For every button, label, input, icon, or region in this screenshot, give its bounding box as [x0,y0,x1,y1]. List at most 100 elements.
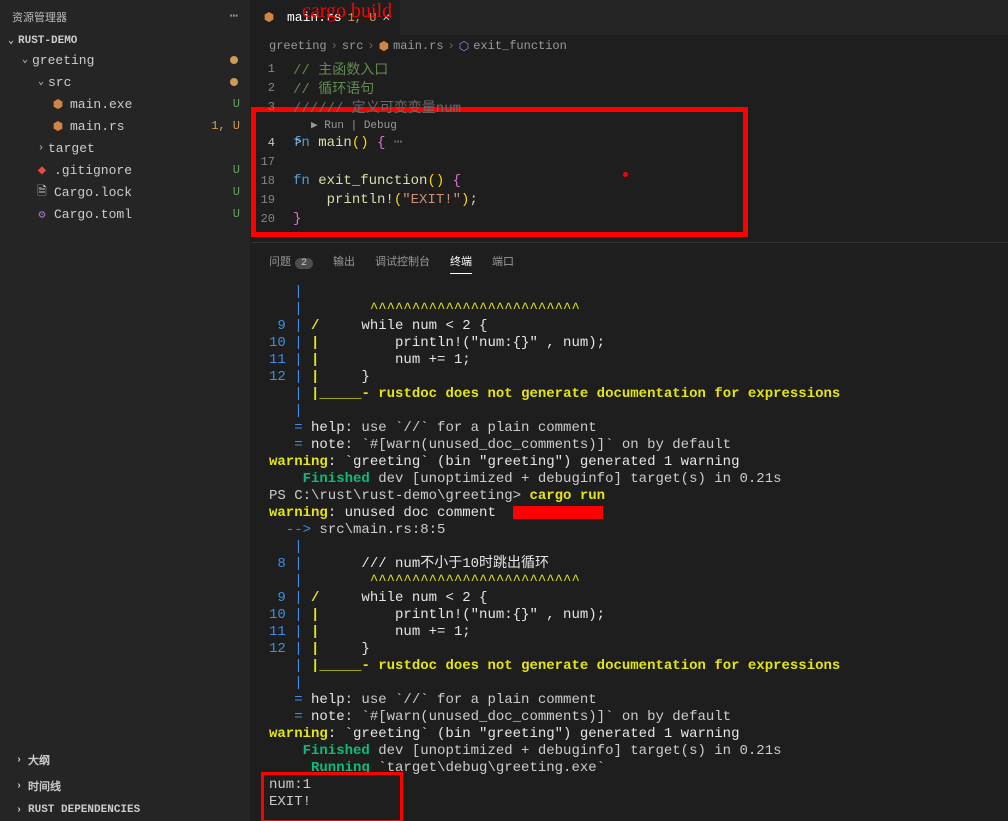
tree-item-Cargo-toml[interactable]: ⚙Cargo.tomlU [0,203,250,225]
line-number: 20 [251,212,293,226]
terminal-line: | [269,539,990,556]
codelens-run-debug[interactable]: ▶ Run | Debug [251,116,1008,133]
terminal-line: 8 | /// num不小于10时跳出循环 [269,556,990,573]
panel-label: 大纲 [28,752,50,768]
file-tree: ⌄greeting⌄src ⬢ main.exe U ⬢ main.rs 1, U ›targ… [0,49,250,747]
editor-line[interactable]: 17 [251,152,1008,171]
terminal-line: Finished dev [unoptimized + debuginfo] t… [269,471,990,488]
git-status: U [233,163,240,177]
sidebar-bottom-panels: ›大纲›时间线›RUST DEPENDENCIES [0,747,250,821]
panel-label: 时间线 [28,778,61,794]
line-number: 2 [251,81,293,95]
tree-item-label: .gitignore [54,163,132,178]
chevron-right-icon: › [12,805,26,816]
git-status: 1, U [211,119,240,133]
panel-tabs: cargo build 问题2输出调试控制台终端端口 [251,243,1008,280]
bottom-panel-RUST DEPENDENCIES[interactable]: ›RUST DEPENDENCIES [0,799,250,821]
editor-line[interactable]: 2// 循环语句 [251,78,1008,97]
tree-item-label: greeting [32,53,94,68]
terminal-output[interactable]: | | ^^^^^^^^^^^^^^^^^^^^^^^^^ 9 | / whil… [251,280,1008,821]
tree-item-greeting[interactable]: ⌄greeting [0,49,250,71]
panel-tab-问题[interactable]: 问题2 [269,249,313,274]
rust-icon: ⬢ [379,39,389,54]
terminal-line: | [269,403,990,420]
line-number: 1 [251,62,293,76]
lock-icon: 🗎 [34,182,50,203]
terminal-line: = help: use `//` for a plain comment [269,420,990,437]
terminal-line: PS C:\rust\rust-demo\greeting> cargo run [269,488,990,505]
terminal-line: = help: use `//` for a plain comment [269,692,990,709]
terminal-line: = note: `#[warn(unused_doc_comments)]` o… [269,709,990,726]
line-number: 19 [251,193,293,207]
rust-icon: ⬢ [50,97,66,112]
panel-tab-终端[interactable]: 终端 [450,249,472,274]
terminal-line: 11 | | num += 1; [269,352,990,369]
problems-count-badge: 2 [295,258,313,269]
tree-item-target[interactable]: ›target [0,137,250,159]
code-content: // 循环语句 [293,78,374,98]
panel-tab-端口[interactable]: 端口 [492,249,514,274]
panel-tab-输出[interactable]: 输出 [333,249,355,274]
more-icon[interactable]: ⋯ [230,8,238,25]
tree-item-label: Cargo.lock [54,185,132,200]
editor-line[interactable]: 3////// 定义可变变量num [251,97,1008,116]
editor[interactable]: 1// 主函数入口2// 循环语句3////// 定义可变变量num▶ Run … [251,57,1008,228]
sidebar: 资源管理器 ⋯ ⌄ RUST-DEMO ⌄greeting⌄src ⬢ main.e… [0,0,251,821]
terminal-line: num:1 [269,777,990,794]
terminal-line: warning: unused doc comment [269,505,990,522]
tree-item-label: main.exe [70,97,132,112]
editor-line[interactable]: 20} [251,209,1008,228]
terminal-line: 11 | | num += 1; [269,624,990,641]
editor-line[interactable]: 19 println!("EXIT!"); [251,190,1008,209]
code-content: // 主函数入口 [293,59,388,79]
tree-item-Cargo-lock[interactable]: 🗎Cargo.lockU [0,181,250,203]
panel-label: RUST DEPENDENCIES [28,804,140,816]
cargo-build-annotation: cargo build [302,0,392,23]
tree-item-label: Cargo.toml [54,207,132,222]
tree-item-main-rs[interactable]: ⬢ main.rs 1, U [0,115,250,137]
breadcrumb-separator: › [448,39,455,53]
explorer-title: 资源管理器 [12,9,67,25]
tree-item--gitignore[interactable]: ◆.gitignoreU [0,159,250,181]
terminal-line: 9 | / while num < 2 { [269,318,990,335]
terminal-line: | |_____- rustdoc does not generate docu… [269,658,990,675]
code-content: fn exit_function() { [293,173,461,189]
terminal-line: warning: `greeting` (bin "greeting") gen… [269,726,990,743]
fold-icon[interactable]: > [295,137,302,149]
terminal-line: = note: `#[warn(unused_doc_comments)]` o… [269,437,990,454]
editor-line[interactable]: 1// 主函数入口 [251,59,1008,78]
terminal-line: 12 | | } [269,369,990,386]
breadcrumbs[interactable]: greeting›src›⬢main.rs›⬡exit_function [251,35,1008,57]
toml-icon: ⚙ [34,207,50,222]
breadcrumb-item[interactable]: greeting [269,39,327,53]
tree-item-main-exe[interactable]: ⬢ main.exe U [0,93,250,115]
terminal-line: 9 | / while num < 2 { [269,590,990,607]
terminal-line: 10 | | println!("num:{}" , num); [269,607,990,624]
breadcrumb-separator: › [331,39,338,53]
chevron-right-icon: › [34,143,48,154]
terminal-line: | |_____- rustdoc does not generate docu… [269,386,990,403]
rust-icon: ⬢ [50,119,66,134]
terminal-line: Finished dev [unoptimized + debuginfo] t… [269,743,990,760]
breadcrumb-item[interactable]: exit_function [473,39,567,53]
panel-tab-调试控制台[interactable]: 调试控制台 [375,249,430,274]
project-name: RUST-DEMO [18,35,77,47]
bottom-panel-大纲[interactable]: ›大纲 [0,747,250,773]
project-header[interactable]: ⌄ RUST-DEMO [0,33,250,49]
bottom-panel-时间线[interactable]: ›时间线 [0,773,250,799]
git-status: U [233,97,240,111]
breadcrumb-item[interactable]: main.rs [393,39,443,53]
panel-area: cargo build 问题2输出调试控制台终端端口 | | ^^^^^^^^^… [251,242,1008,821]
tree-item-label: main.rs [70,119,125,134]
terminal-line: | ^^^^^^^^^^^^^^^^^^^^^^^^^ [269,301,990,318]
code-content: println!("EXIT!"); [293,192,478,208]
editor-line[interactable]: 4>fn main() { ⋯ [251,133,1008,152]
breadcrumb-item[interactable]: src [342,39,364,53]
main-area: ⬢ main.rs 1, U ✕ greeting›src›⬢main.rs›⬡… [251,0,1008,821]
tree-item-label: src [48,75,71,90]
line-number: 17 [251,155,293,169]
tree-item-src[interactable]: ⌄src [0,71,250,93]
editor-line[interactable]: 18fn exit_function() { [251,171,1008,190]
modified-dot-icon [230,56,238,64]
line-number: 4 [251,136,293,150]
